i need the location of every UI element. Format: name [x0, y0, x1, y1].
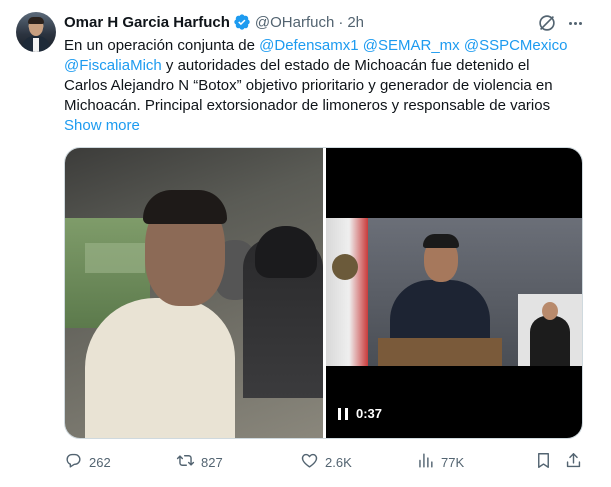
- share-button[interactable]: [564, 450, 583, 474]
- media-grid: 0:37: [64, 147, 583, 439]
- share-icon: [564, 451, 583, 473]
- views-button[interactable]: 77K: [416, 450, 464, 474]
- video-time: 0:37: [356, 406, 383, 421]
- more-options-icon[interactable]: [564, 12, 586, 34]
- reply-button[interactable]: 262: [64, 450, 111, 474]
- author-name[interactable]: Omar H Garcia Harfuch: [64, 14, 230, 31]
- tweet-text-segment: En un operación conjunta de: [64, 37, 260, 54]
- tweet-text: En un operación conjunta de @Defensamx1 …: [64, 36, 589, 116]
- like-count: 2.6K: [325, 454, 352, 470]
- like-button[interactable]: 2.6K: [300, 450, 352, 474]
- video-controls: 0:37: [338, 406, 382, 421]
- arrest-photo[interactable]: [65, 148, 323, 438]
- mention-link[interactable]: @FiscaliaMich: [64, 57, 162, 74]
- tweet-text-line: Carlos Alejandro N “Botox” objetivo prio…: [64, 77, 553, 94]
- views-chart-icon: [416, 451, 435, 473]
- reply-count: 262: [89, 454, 111, 470]
- avatar[interactable]: [16, 12, 56, 52]
- pause-icon[interactable]: [338, 407, 348, 420]
- retweet-button[interactable]: 827: [176, 450, 223, 474]
- post-time[interactable]: 2h: [347, 14, 364, 31]
- tweet-text-segment: y autoridades del estado de Michoacán fu…: [161, 57, 530, 74]
- mention-link[interactable]: @Defensamx1: [259, 37, 358, 54]
- separator-dot: ·: [338, 13, 344, 31]
- views-count: 77K: [441, 454, 465, 470]
- author-handle[interactable]: @OHarfuch: [255, 14, 334, 31]
- video-player[interactable]: 0:37: [326, 148, 582, 438]
- tweet-text-line: Michoacán. Principal extorsionador de li…: [64, 97, 551, 114]
- retweet-icon: [176, 451, 195, 473]
- action-bar: 262 827 2.6K 77K: [64, 450, 584, 474]
- show-more-link[interactable]: Show more: [64, 116, 140, 136]
- tweet-header: Omar H Garcia Harfuch @OHarfuch · 2h: [64, 12, 364, 32]
- heart-icon: [300, 451, 319, 473]
- video-frame: [326, 218, 582, 366]
- reply-icon: [64, 451, 83, 473]
- bookmark-button[interactable]: [534, 450, 553, 474]
- retweet-count: 827: [201, 454, 223, 470]
- mention-link[interactable]: @SEMAR_mx: [363, 37, 460, 54]
- grok-icon[interactable]: [536, 12, 558, 34]
- mention-link[interactable]: @SSPCMexico: [464, 37, 568, 54]
- tweet-card[interactable]: Omar H Garcia Harfuch @OHarfuch · 2h En …: [0, 0, 611, 487]
- bookmark-icon: [534, 451, 553, 473]
- verified-badge-icon: [233, 13, 251, 31]
